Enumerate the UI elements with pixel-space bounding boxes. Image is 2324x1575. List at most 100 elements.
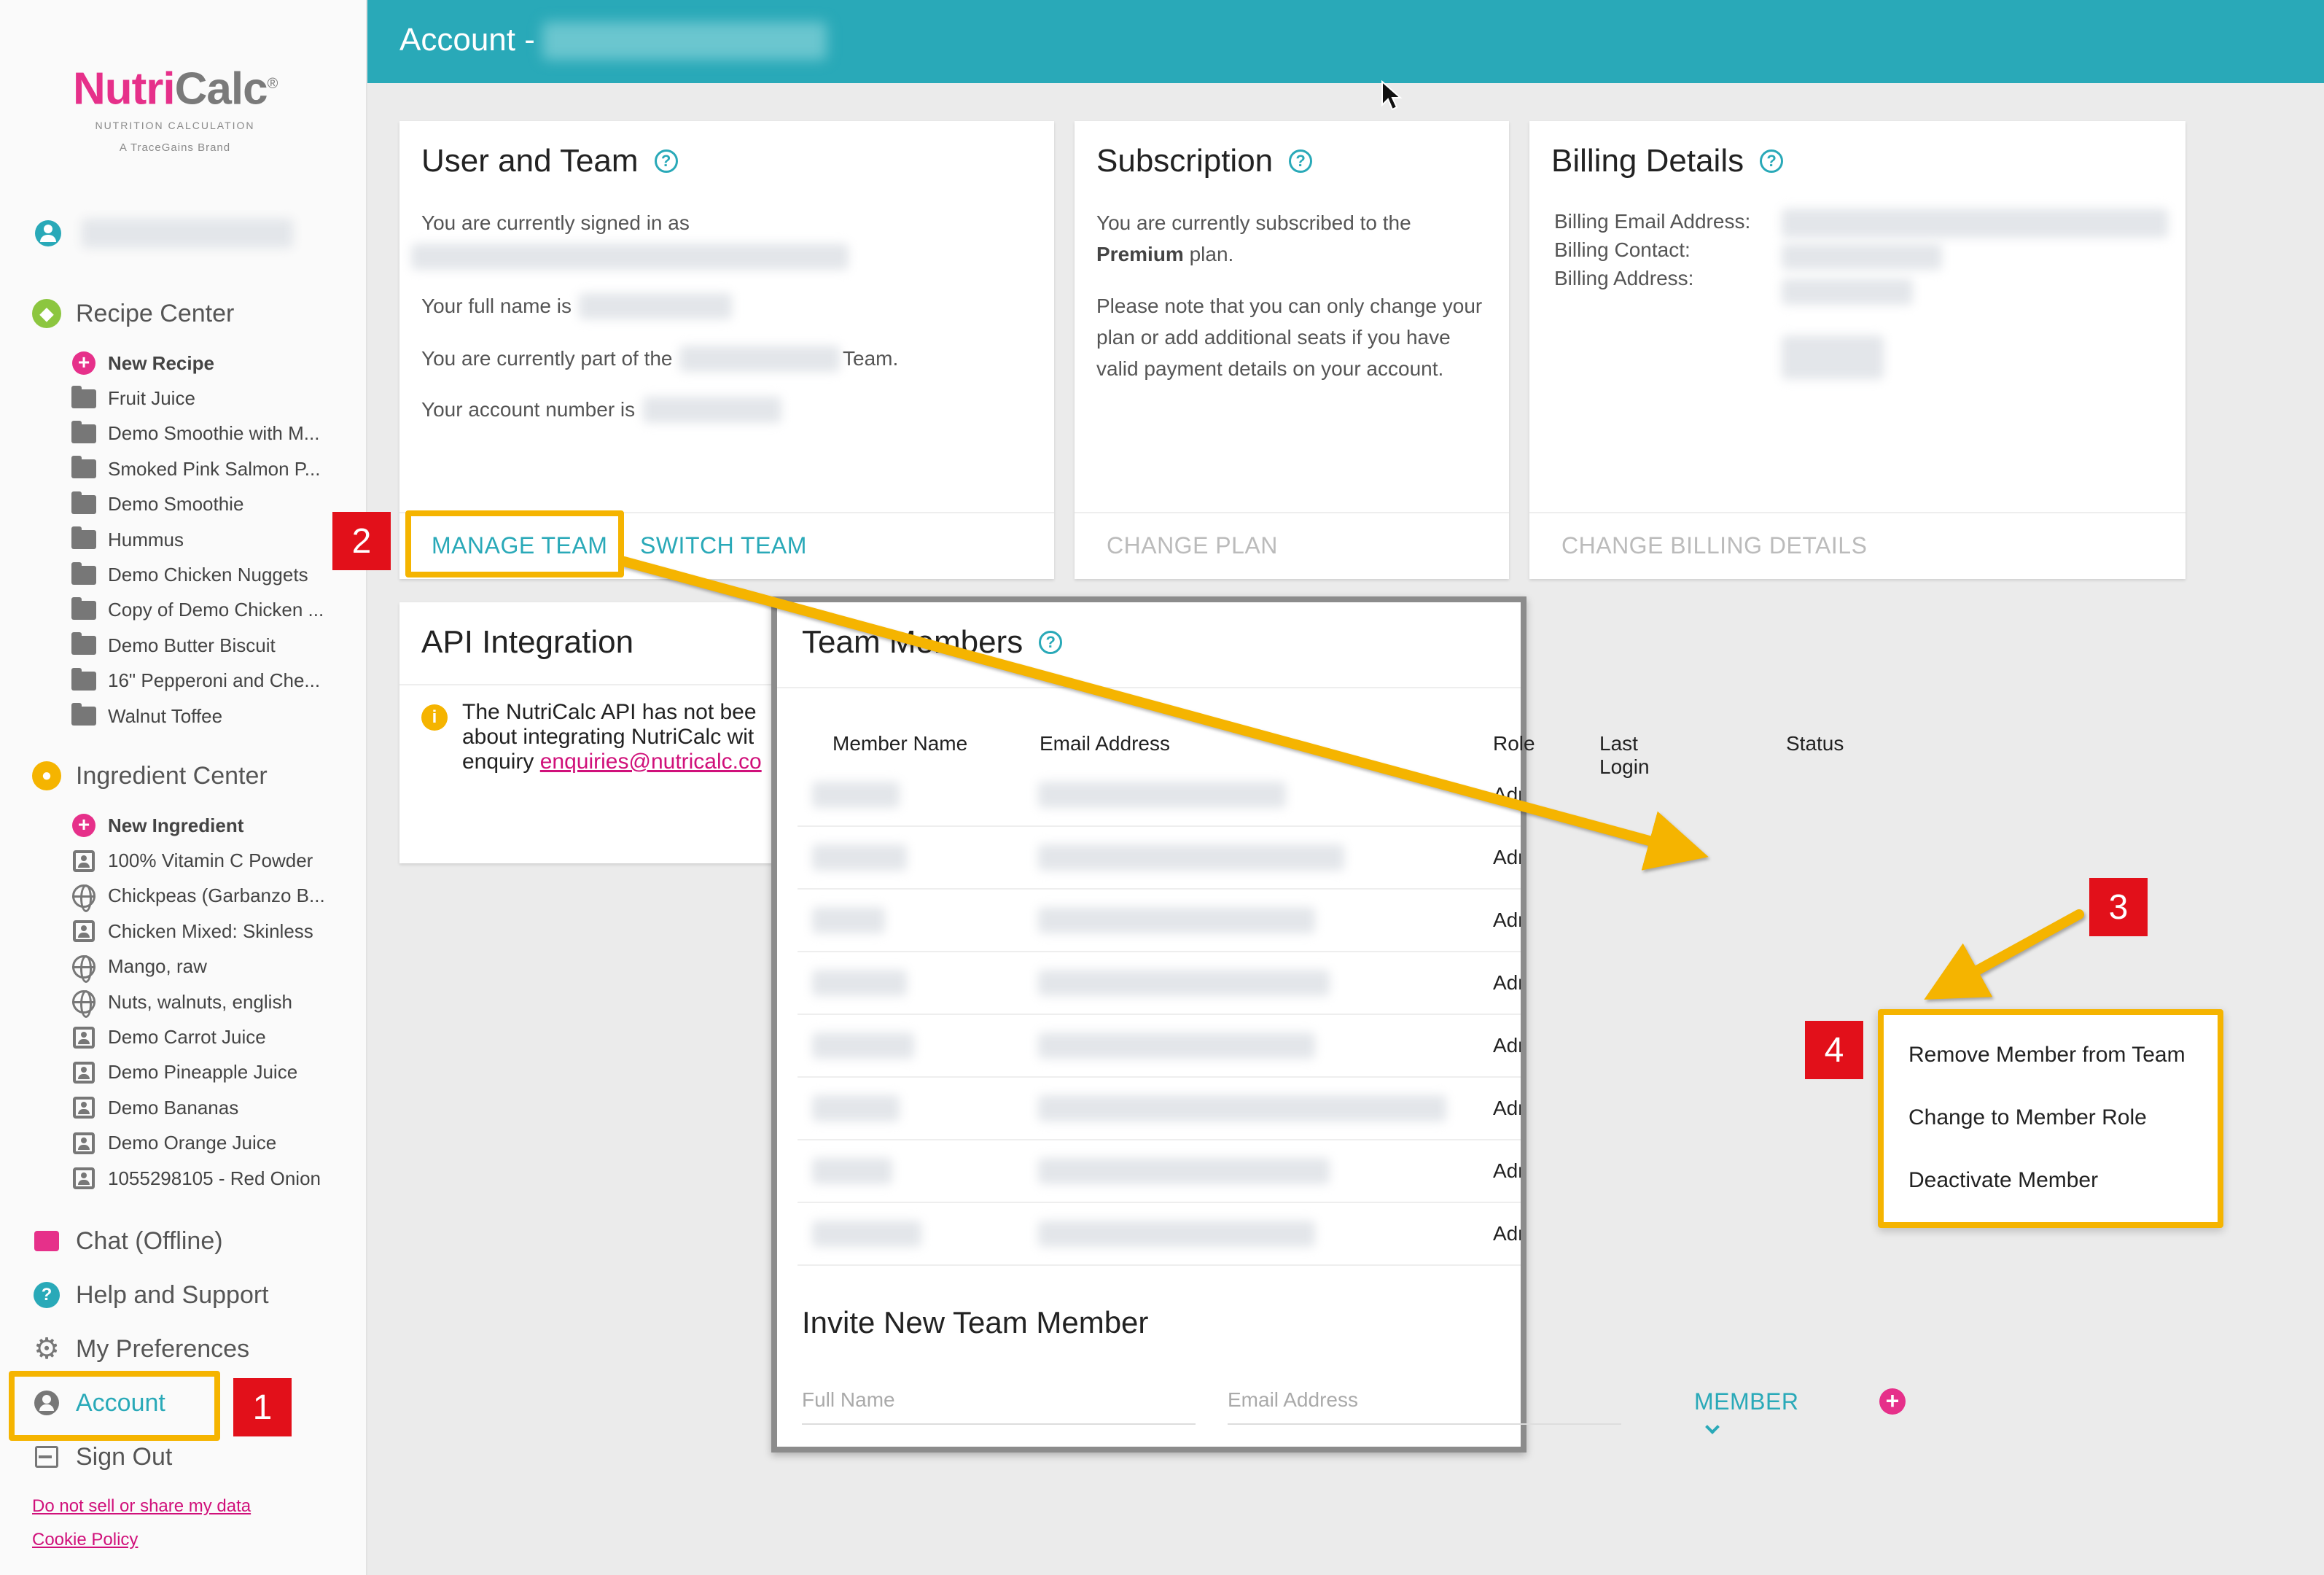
sidebar-item[interactable]: Mango, raw [71, 949, 348, 984]
globe-icon [72, 954, 95, 983]
sidebar-item-icon [71, 491, 96, 516]
sidebar-item[interactable]: Demo Butter Biscuit [71, 628, 348, 663]
sidebar-item-icon [71, 420, 96, 445]
sidebar-item-icon [71, 1167, 96, 1190]
sidebar-item[interactable]: Demo Chicken Nuggets [71, 557, 348, 592]
change-plan-button[interactable]: CHANGE PLAN [1107, 532, 1278, 559]
member-role: Admin [1493, 846, 1521, 868]
preferences-nav[interactable]: ⚙ My Preferences [32, 1333, 249, 1365]
switch-team-button[interactable]: SWITCH TEAM [640, 532, 807, 559]
folder-icon [71, 667, 96, 691]
sidebar-item[interactable]: 16" Pepperoni and Che... [71, 664, 348, 699]
account-number-text: Your account number is [421, 398, 636, 421]
sidebar-item-icon [71, 849, 96, 872]
sidebar-item[interactable]: Demo Bananas [71, 1090, 348, 1125]
team-members-panel: Team Members? Member Name Email Address … [771, 596, 1906, 1452]
sidebar-item[interactable]: Nuts, walnuts, english [71, 984, 348, 1019]
sidebar-item[interactable]: Chicken Mixed: Skinless [71, 914, 348, 949]
deactivate-member-option[interactable]: Deactivate Member [1908, 1168, 2098, 1193]
nutricalc-logo[interactable]: NutriCalc® NUTRITION CALCULATION A Trace… [73, 61, 278, 154]
sidebar-item-icon [71, 1061, 96, 1084]
full-name-input[interactable]: Full Name [802, 1388, 1196, 1425]
email-address-input[interactable]: Email Address [1228, 1388, 1621, 1425]
member-email-redacted [1038, 1095, 1446, 1121]
sidebar-item[interactable]: Hummus [71, 522, 348, 557]
sidebar-item-icon [71, 1097, 96, 1119]
api-title: API Integration [421, 624, 634, 660]
billing-email-redacted [1782, 209, 2168, 238]
table-row: AdminActive [798, 952, 1521, 1015]
signout-nav[interactable]: Sign Out [32, 1442, 172, 1471]
member-email-redacted [1038, 907, 1315, 933]
step-badge-4: 4 [1805, 1021, 1863, 1079]
member-role: Admin [1493, 1034, 1521, 1057]
recipe-center-heading[interactable]: ◆ Recipe Center [32, 299, 234, 328]
subscription-title-text: Subscription [1096, 143, 1274, 179]
sidebar-item[interactable]: Copy of Demo Chicken ... [71, 593, 348, 628]
user-square-icon [73, 1026, 95, 1049]
plus-circle-icon: + [72, 351, 95, 376]
user-row[interactable] [35, 219, 293, 248]
help-circle-icon[interactable]: ? [1289, 149, 1313, 173]
sidebar-item[interactable]: + New Ingredient [71, 808, 348, 843]
sidebar-item[interactable]: 100% Vitamin C Powder [71, 843, 348, 878]
help-circle-icon[interactable]: ? [1760, 149, 1784, 173]
sidebar-item-label: Demo Pineapple Juice [108, 1061, 298, 1084]
sidebar-item-label: Walnut Toffee [108, 704, 223, 727]
recipe-center-icon: ◆ [32, 299, 61, 328]
member-name-redacted [812, 1095, 900, 1121]
sidebar-item[interactable]: Demo Smoothie [71, 487, 348, 522]
sidebar-item[interactable]: Demo Carrot Juice [71, 1019, 348, 1054]
top-bar: Account - [367, 0, 2324, 83]
col-status[interactable]: Status [1786, 732, 1844, 755]
team-name-redacted [679, 346, 840, 372]
billing-address2-redacted [1782, 335, 1884, 379]
sidebar-item[interactable]: Smoked Pink Salmon P... [71, 451, 348, 486]
sidebar-item[interactable]: Walnut Toffee [71, 699, 348, 734]
col-last-login[interactable]: Last Login [1599, 732, 1650, 779]
chat-nav[interactable]: Chat (Offline) [32, 1226, 223, 1256]
sidebar-item-label: Demo Carrot Juice [108, 1026, 266, 1049]
sidebar-item[interactable]: Chickpeas (Garbanzo B... [71, 879, 348, 914]
arrow-to-row-menu [1924, 909, 2084, 1000]
logo-wordmark: NutriCalc® [73, 61, 278, 112]
help-nav[interactable]: ? Help and Support [32, 1280, 269, 1310]
change-billing-button[interactable]: CHANGE BILLING DETAILS [1561, 532, 1867, 559]
sidebar-item-label: New Recipe [108, 351, 214, 374]
sidebar-item-icon [71, 1132, 96, 1154]
invite-title: Invite New Team Member [802, 1305, 1149, 1339]
help-circle-icon[interactable]: ? [654, 149, 678, 173]
member-email-redacted [1038, 1158, 1330, 1184]
change-role-option[interactable]: Change to Member Role [1908, 1105, 2147, 1130]
folder-icon [71, 596, 96, 620]
step-badge-2: 2 [332, 512, 391, 570]
sidebar-item[interactable]: 1055298105 - Red Onion [71, 1161, 348, 1196]
sidebar-item-icon [71, 596, 96, 621]
sidebar-item[interactable]: Fruit Juice [71, 381, 348, 416]
signed-in-text: You are currently signed in as [421, 211, 690, 234]
cookie-policy-link[interactable]: Cookie Policy [32, 1530, 138, 1550]
chevron-down-icon [1705, 1420, 1720, 1434]
sidebar-item[interactable]: Demo Pineapple Juice [71, 1055, 348, 1090]
sidebar-item-label: Demo Butter Biscuit [108, 634, 276, 656]
add-member-icon[interactable]: + [1879, 1388, 1906, 1415]
billing-contact-label: Billing Contact: [1554, 238, 1691, 261]
do-not-sell-link[interactable]: Do not sell or share my data [32, 1496, 251, 1517]
manage-team-highlight [405, 510, 624, 578]
role-select[interactable]: MEMBER [1694, 1388, 1798, 1442]
ingredient-center-heading[interactable]: ● Ingredient Center [32, 761, 268, 790]
sidebar-item[interactable]: + New Recipe [71, 346, 348, 381]
sidebar-item[interactable]: Demo Smoothie with M... [71, 416, 348, 451]
member-role: Admin [1493, 1222, 1521, 1245]
user-square-icon [73, 1167, 95, 1190]
sidebar-item[interactable]: Demo Orange Juice [71, 1126, 348, 1161]
enquiries-email-link[interactable]: enquiries@nutricalc.co [540, 750, 762, 774]
sidebar-item-label: Fruit Juice [108, 387, 195, 410]
sidebar-item-label: 16" Pepperoni and Che... [108, 669, 321, 692]
recipe-list: + New Recipe Fruit Juice Demo Smoothie with… [71, 346, 348, 734]
member-email-redacted [1038, 1221, 1315, 1247]
remove-member-option[interactable]: Remove Member from Team [1908, 1043, 2185, 1068]
billing-title-text: Billing Details [1551, 143, 1744, 179]
folder-icon [71, 456, 96, 479]
sidebar-item-label: Demo Smoothie [108, 493, 244, 516]
